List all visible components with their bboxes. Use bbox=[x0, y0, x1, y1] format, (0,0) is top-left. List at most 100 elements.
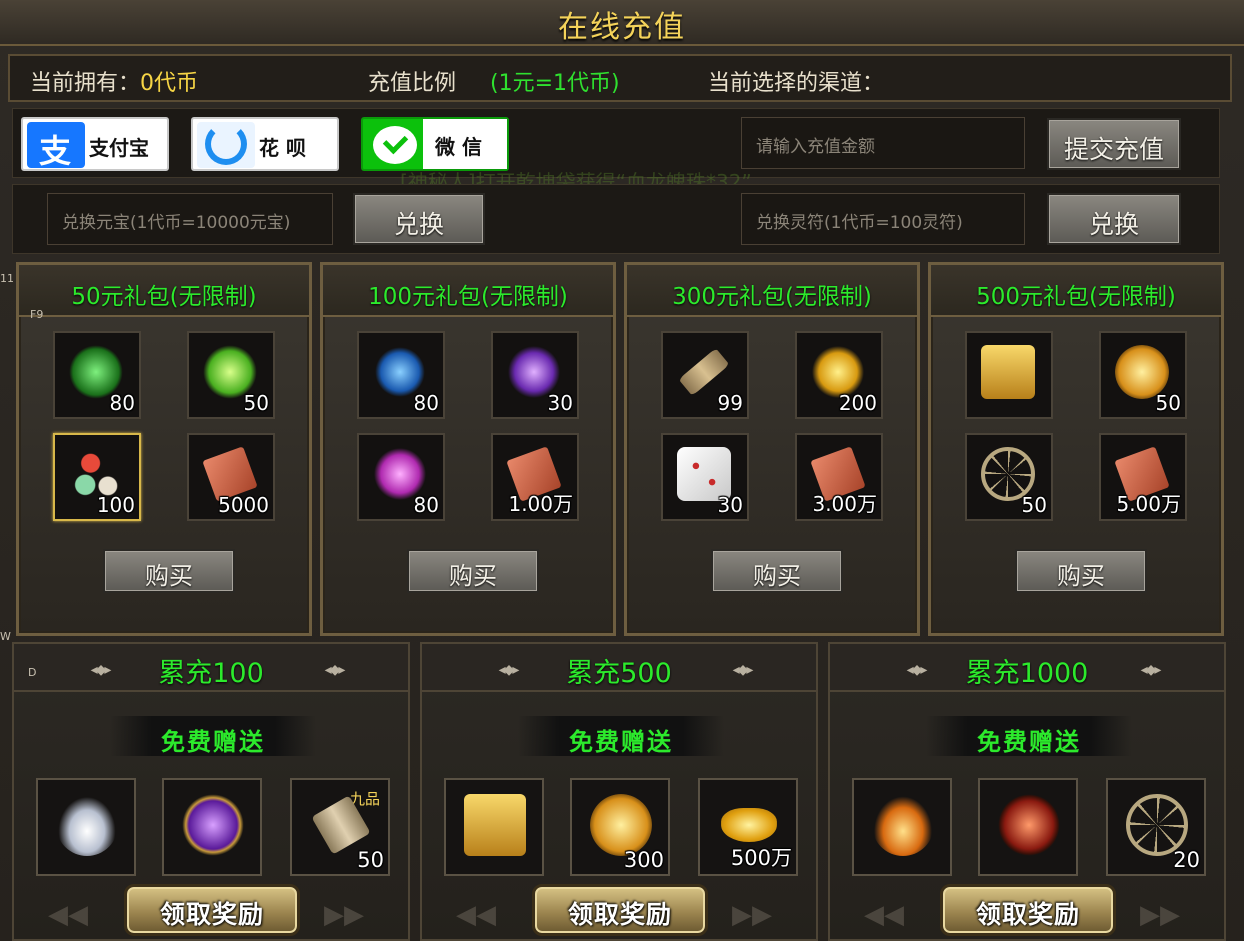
next-arrow-icon[interactable]: ▶▶ bbox=[1140, 900, 1180, 930]
ratio-label: 充值比例 bbox=[368, 71, 457, 96]
wechat-button[interactable]: 微 信 bbox=[361, 117, 509, 171]
gold-crown-icon bbox=[872, 794, 934, 856]
item-count: 30 bbox=[547, 391, 573, 415]
claim-reward-button-1000[interactable]: 领取奖励 bbox=[940, 884, 1116, 936]
huabei-button[interactable]: 花 呗 bbox=[191, 117, 339, 171]
yuanbao-exchange-button[interactable]: 兑换 bbox=[353, 193, 485, 245]
free-gift-label: 免费赠送 bbox=[977, 728, 1081, 756]
reward-slot[interactable] bbox=[852, 778, 952, 876]
edge-label: W bbox=[0, 630, 11, 643]
pack-header: 500元礼包(无限制) bbox=[931, 265, 1221, 317]
owned-info: 当前拥有：0代币 bbox=[30, 65, 198, 97]
pack-item-slot[interactable]: 30 bbox=[491, 331, 579, 419]
item-count: 80 bbox=[109, 391, 135, 415]
treasure-chest-icon bbox=[464, 794, 526, 856]
amount-input[interactable]: 请输入充值金额 bbox=[741, 117, 1025, 169]
item-count: 99 bbox=[717, 391, 743, 415]
pack-item-slot[interactable]: 80 bbox=[357, 433, 445, 521]
pack-item-slot[interactable]: 200 bbox=[795, 331, 883, 419]
pack-title: 300元礼包(无限制) bbox=[672, 284, 872, 310]
prev-arrow-icon[interactable]: ◀◀ bbox=[456, 900, 496, 930]
item-count: 100 bbox=[96, 493, 135, 517]
pack-item-slot[interactable]: 50 bbox=[187, 331, 275, 419]
item-count: 50 bbox=[243, 391, 269, 415]
cumulative-title: 累充100 bbox=[158, 658, 264, 689]
pack-item-slot[interactable]: 80 bbox=[53, 331, 141, 419]
treasure-chest-icon bbox=[981, 345, 1035, 399]
pack-item-slot[interactable]: 80 bbox=[357, 331, 445, 419]
huabei-icon bbox=[197, 122, 255, 168]
red-demon-armor-icon bbox=[998, 794, 1060, 856]
reward-slot[interactable]: 500万 bbox=[698, 778, 798, 876]
item-count: 5.00万 bbox=[1116, 492, 1181, 516]
wechat-icon bbox=[367, 122, 425, 168]
reward-slot[interactable] bbox=[444, 778, 544, 876]
white-crown-icon bbox=[56, 794, 118, 856]
window-title: 在线充值 bbox=[558, 10, 686, 45]
reward-slot[interactable]: 20 bbox=[1106, 778, 1206, 876]
pack-item-slot[interactable]: 3.00万 bbox=[795, 433, 883, 521]
item-count: 80 bbox=[413, 391, 439, 415]
gift-pack-500: 500元礼包(无限制) 50 50 5.00万 购买 bbox=[928, 262, 1224, 636]
pack-item-slot[interactable]: 99 bbox=[661, 331, 749, 419]
claim-reward-button-500[interactable]: 领取奖励 bbox=[532, 884, 708, 936]
claim-label: 领取奖励 bbox=[159, 900, 264, 929]
cumulative-header: ◂◆▸ 累充100 ◂◆▸ bbox=[14, 644, 408, 692]
reward-slot[interactable]: 300 bbox=[570, 778, 670, 876]
pack-item-slot[interactable]: 50 bbox=[965, 433, 1053, 521]
alipay-button[interactable]: 支 支付宝 bbox=[21, 117, 169, 171]
buy-button-500[interactable]: 购买 bbox=[1015, 549, 1147, 593]
prev-arrow-icon[interactable]: ◀◀ bbox=[48, 900, 88, 930]
reward-slot[interactable]: 九品 50 bbox=[290, 778, 390, 876]
buy-button-50[interactable]: 购买 bbox=[103, 549, 235, 593]
pack-item-slot[interactable]: 5000 bbox=[187, 433, 275, 521]
item-count: 1.00万 bbox=[508, 492, 573, 516]
pack-title: 500元礼包(无限制) bbox=[976, 284, 1176, 310]
pack-item-slot[interactable]: 100 bbox=[53, 433, 141, 521]
pack-item-slot[interactable]: 30 bbox=[661, 433, 749, 521]
reward-slot[interactable] bbox=[36, 778, 136, 876]
huabei-label: 花 呗 bbox=[259, 136, 306, 160]
claim-label: 领取奖励 bbox=[975, 900, 1080, 929]
pack-title: 50元礼包(无限制) bbox=[71, 284, 257, 310]
lingfu-exchange-button[interactable]: 兑换 bbox=[1047, 193, 1181, 245]
pack-item-slot[interactable] bbox=[965, 331, 1053, 419]
buy-button-100[interactable]: 购买 bbox=[407, 549, 539, 593]
pack-item-slot[interactable]: 1.00万 bbox=[491, 433, 579, 521]
reward-slot[interactable] bbox=[978, 778, 1078, 876]
ornament-right-icon: ◂◆▸ bbox=[1140, 662, 1162, 678]
owned-label: 当前拥有： bbox=[30, 71, 141, 96]
reward-slot[interactable] bbox=[162, 778, 262, 876]
cumulative-title: 累充500 bbox=[566, 658, 672, 689]
next-arrow-icon[interactable]: ▶▶ bbox=[732, 900, 772, 930]
channel-label: 当前选择的渠道： bbox=[708, 71, 885, 96]
yuanbao-exchange-input[interactable]: 兑换元宝(1代币=10000元宝) bbox=[47, 193, 333, 245]
hotkey-d: D bbox=[28, 666, 37, 679]
submit-recharge-button[interactable]: 提交充值 bbox=[1047, 118, 1181, 170]
pack-item-slot[interactable]: 5.00万 bbox=[1099, 433, 1187, 521]
cumulative-1000-panel: ◂◆▸ 累充1000 ◂◆▸ 免费赠送 20 ◀◀ 领取奖励 ▶▶ bbox=[828, 642, 1226, 941]
buy-button-300[interactable]: 购买 bbox=[711, 549, 843, 593]
item-count: 30 bbox=[717, 493, 743, 517]
gift-pack-300: 300元礼包(无限制) 99 200 30 3.00万 购买 bbox=[624, 262, 920, 636]
lingfu-exchange-input[interactable]: 兑换灵符(1代币=100灵符) bbox=[741, 193, 1025, 245]
pack-header: 50元礼包(无限制) bbox=[19, 265, 309, 317]
ornament-right-icon: ◂◆▸ bbox=[732, 662, 754, 678]
prev-arrow-icon[interactable]: ◀◀ bbox=[864, 900, 904, 930]
item-count: 50 bbox=[357, 848, 384, 872]
item-count: 200 bbox=[838, 391, 877, 415]
cumulative-100-panel: ◂◆▸ 累充100 ◂◆▸ 免费赠送 九品 50 ◀◀ 领取奖励 ▶▶ bbox=[12, 642, 410, 941]
claim-reward-button-100[interactable]: 领取奖励 bbox=[124, 884, 300, 936]
free-gift-banner: 免费赠送 bbox=[110, 716, 316, 756]
ornament-left-icon: ◂◆▸ bbox=[498, 662, 520, 678]
gold-ingot-icon bbox=[721, 807, 777, 843]
ornament-left-icon: ◂◆▸ bbox=[906, 662, 928, 678]
hotkey-f9: F9 bbox=[30, 308, 44, 321]
edge-label: 11 bbox=[0, 272, 14, 285]
pack-item-slot[interactable]: 50 bbox=[1099, 331, 1187, 419]
next-arrow-icon[interactable]: ▶▶ bbox=[324, 900, 364, 930]
owned-value: 0代币 bbox=[140, 71, 199, 96]
purple-armor-icon bbox=[182, 794, 244, 856]
item-count: 20 bbox=[1173, 848, 1200, 872]
ratio-value: (1元=1代币) bbox=[490, 71, 620, 96]
